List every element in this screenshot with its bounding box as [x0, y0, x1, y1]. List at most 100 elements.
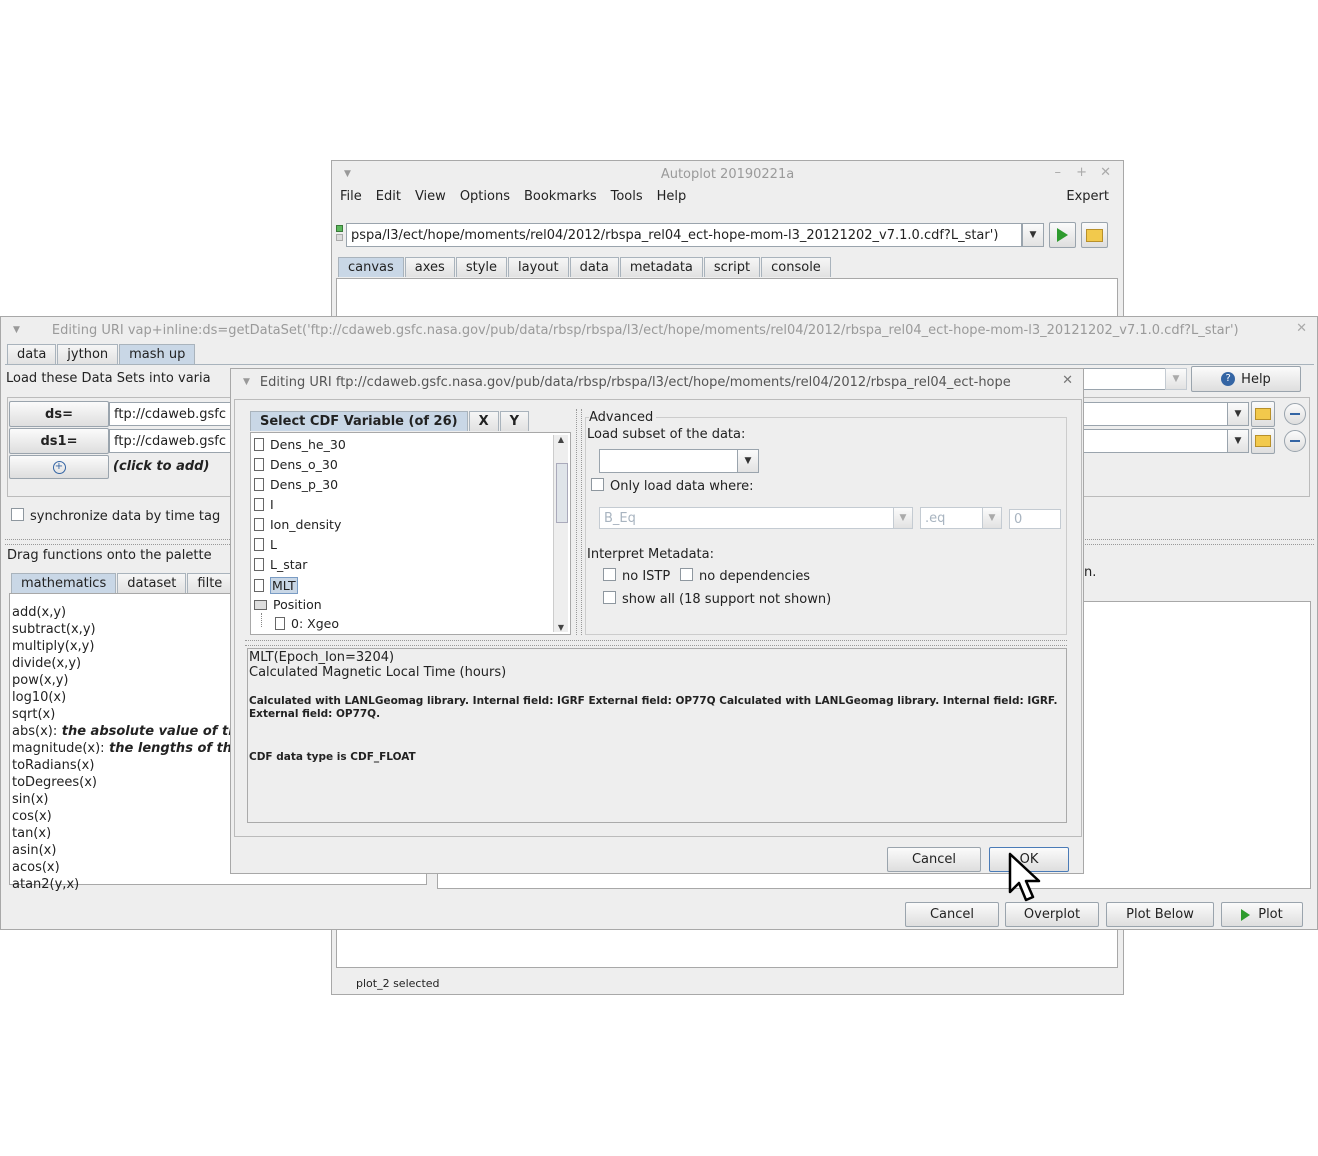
no-dependencies-checkbox[interactable]	[680, 568, 693, 581]
tab-data[interactable]: data	[569, 257, 619, 277]
plot-button[interactable]: Plot	[1221, 902, 1303, 927]
help-combo[interactable]	[1083, 368, 1167, 390]
function-item[interactable]: toRadians(x)	[12, 758, 94, 773]
function-item[interactable]: asin(x)	[12, 843, 56, 858]
ds-input[interactable]: ftp://cdaweb.gsfc	[109, 402, 233, 426]
help-button[interactable]: ? Help	[1191, 366, 1301, 392]
autoplot-titlebar[interactable]: ▼ Autoplot 20190221a – + ✕	[332, 161, 1123, 187]
tree-item[interactable]: I	[254, 497, 274, 512]
only-load-checkbox[interactable]	[591, 478, 604, 491]
tab-x[interactable]: X	[468, 411, 499, 431]
function-item[interactable]: tan(x)	[12, 826, 51, 841]
uri-input[interactable]: pspa/l3/ect/hope/moments/rel04/2012/rbsp…	[346, 223, 1022, 247]
tab-data[interactable]: data	[7, 344, 57, 364]
close-icon[interactable]: ✕	[1062, 373, 1073, 388]
help-combo-dropdown-icon[interactable]: ▼	[1165, 368, 1187, 390]
function-item[interactable]: abs(x): the absolute value of the	[12, 724, 246, 739]
tree-item[interactable]: Dens_he_30	[254, 437, 346, 452]
function-item[interactable]: atan2(y,x)	[12, 877, 79, 892]
ds-browse-button[interactable]	[1251, 401, 1275, 427]
minimize-icon[interactable]: –	[1055, 165, 1062, 180]
window-menu-icon[interactable]: ▼	[13, 325, 20, 335]
no-istp-checkbox[interactable]	[603, 568, 616, 581]
ds1-dropdown-icon[interactable]: ▼	[1227, 429, 1249, 453]
ds1-remove-button[interactable]	[1284, 430, 1306, 452]
show-all-row[interactable]: show all (18 support not shown)	[603, 591, 831, 607]
tab-console[interactable]: console	[761, 257, 831, 277]
horizontal-split[interactable]	[245, 640, 1067, 646]
function-item[interactable]: add(x,y)	[12, 605, 66, 620]
function-item[interactable]: sqrt(x)	[12, 707, 55, 722]
tab-jython[interactable]: jython	[57, 344, 119, 364]
editor-titlebar[interactable]: ▼ Editing URI vap+inline:ds=getDataSet('…	[1, 317, 1317, 343]
tab-axes[interactable]: axes	[404, 257, 455, 277]
tree-item[interactable]: Dens_o_30	[254, 457, 338, 472]
menu-tools[interactable]: Tools	[611, 189, 643, 204]
ds1-input[interactable]: ftp://cdaweb.gsfc	[109, 429, 233, 453]
function-item[interactable]: log10(x)	[12, 690, 66, 705]
function-item[interactable]: acos(x)	[12, 860, 60, 875]
no-istp-row[interactable]: no ISTP	[603, 568, 670, 584]
browse-button[interactable]	[1081, 222, 1108, 248]
ds-dropdown-icon[interactable]: ▼	[1227, 402, 1249, 426]
menu-view[interactable]: View	[415, 189, 446, 204]
tab-mathematics[interactable]: mathematics	[11, 573, 117, 593]
tab-select-variable[interactable]: Select CDF Variable (of 26)	[250, 411, 468, 431]
menu-bookmarks[interactable]: Bookmarks	[524, 189, 597, 204]
tree-item[interactable]: MLT	[254, 577, 298, 594]
scroll-down-icon[interactable]: ▼	[554, 623, 568, 632]
tree-item[interactable]: Dens_p_30	[254, 477, 338, 492]
click-to-add-label[interactable]: (click to add)	[113, 459, 209, 474]
menu-help[interactable]: Help	[657, 189, 687, 204]
menu-edit[interactable]: Edit	[376, 189, 401, 204]
tab-canvas[interactable]: canvas	[338, 257, 404, 277]
maximize-icon[interactable]: +	[1076, 165, 1087, 180]
cdf-cancel-button[interactable]: Cancel	[887, 847, 981, 872]
plot-below-button[interactable]: Plot Below	[1106, 902, 1214, 927]
function-item[interactable]: sin(x)	[12, 792, 48, 807]
sync-checkbox-row[interactable]: synchronize data by time tag	[11, 508, 220, 524]
menu-expert[interactable]: Expert	[1066, 189, 1109, 204]
tree-item[interactable]: L	[254, 537, 277, 552]
no-deps-row[interactable]: no dependencies	[680, 568, 810, 584]
subset-input[interactable]	[599, 449, 739, 473]
overplot-button[interactable]: Overplot	[1005, 902, 1099, 927]
sync-checkbox[interactable]	[11, 508, 24, 521]
window-menu-icon[interactable]: ▼	[243, 377, 250, 387]
uri-dropdown-icon[interactable]: ▼	[1022, 223, 1044, 247]
ds1-browse-button[interactable]	[1251, 428, 1275, 454]
ds1-label-button[interactable]: ds1=	[9, 428, 109, 454]
add-dataset-button[interactable]: +	[9, 455, 109, 479]
only-load-row[interactable]: Only load data where:	[591, 478, 754, 494]
subset-dropdown-icon[interactable]: ▼	[737, 449, 759, 473]
function-item[interactable]: magnitude(x): the lengths of the	[12, 741, 241, 756]
tree-item[interactable]: Ion_density	[254, 517, 341, 532]
function-item[interactable]: cos(x)	[12, 809, 52, 824]
tab-dataset[interactable]: dataset	[117, 573, 187, 593]
function-item[interactable]: pow(x,y)	[12, 673, 69, 688]
tab-mash-up[interactable]: mash up	[119, 344, 196, 364]
cancel-button[interactable]: Cancel	[905, 902, 999, 927]
menu-options[interactable]: Options	[460, 189, 510, 204]
tree-scrollbar[interactable]: ▲ ▼	[553, 435, 568, 632]
tab-layout[interactable]: layout	[508, 257, 569, 277]
function-item[interactable]: subtract(x,y)	[12, 622, 96, 637]
function-item[interactable]: divide(x,y)	[12, 656, 81, 671]
tab-script[interactable]: script	[703, 257, 761, 277]
tree-item[interactable]: L_star	[254, 557, 307, 572]
tab-filters[interactable]: filte	[187, 573, 233, 593]
tree-folder-position[interactable]: Position	[254, 597, 322, 612]
ds-label-button[interactable]: ds=	[9, 401, 109, 427]
tree-item-xgeo[interactable]: 0: Xgeo	[275, 616, 339, 631]
go-button[interactable]	[1049, 222, 1076, 248]
tab-style[interactable]: style	[455, 257, 508, 277]
menu-file[interactable]: File	[340, 189, 362, 204]
function-item[interactable]: toDegrees(x)	[12, 775, 97, 790]
ds-input-tail[interactable]	[1083, 402, 1229, 426]
vertical-split[interactable]	[576, 409, 582, 635]
tab-y[interactable]: Y	[499, 411, 530, 431]
cdf-titlebar[interactable]: ▼ Editing URI ftp://cdaweb.gsfc.nasa.gov…	[231, 369, 1083, 395]
show-all-checkbox[interactable]	[603, 591, 616, 604]
function-item[interactable]: multiply(x,y)	[12, 639, 94, 654]
scroll-thumb[interactable]	[556, 463, 568, 523]
